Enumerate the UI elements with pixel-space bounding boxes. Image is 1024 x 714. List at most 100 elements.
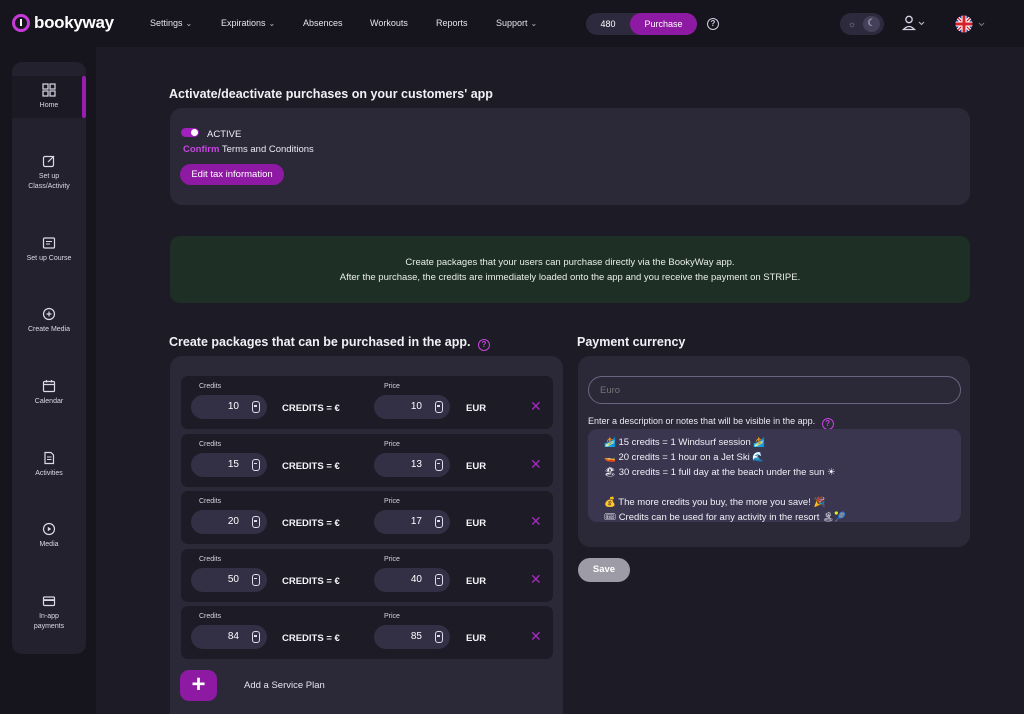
price-label: Price — [384, 498, 400, 505]
price-stepper[interactable]: 13 — [374, 452, 450, 477]
nav-workouts[interactable]: Workouts — [370, 18, 408, 28]
credits-stepper[interactable]: 15 — [191, 452, 267, 477]
sidebar-item-setup-course[interactable]: Set up Course — [12, 236, 86, 264]
nav-support[interactable]: Support ⌄ — [496, 18, 537, 28]
currency-input[interactable] — [588, 376, 961, 404]
save-button[interactable]: Save — [578, 558, 630, 582]
sidebar-item-label: Calendar — [34, 398, 64, 405]
user-icon — [902, 15, 925, 31]
nav-expirations[interactable]: Expirations ⌄ — [221, 18, 275, 28]
bookyway-logo[interactable]: bookyway — [12, 13, 114, 33]
price-label: Price — [384, 383, 400, 390]
theme-toggle[interactable]: ☼ ☾ — [840, 13, 884, 35]
credits-label: Credits — [199, 440, 222, 448]
delete-icon[interactable]: ✕ — [530, 572, 542, 586]
nav-absences[interactable]: Absences — [303, 18, 343, 28]
credits-stepper[interactable]: 84 — [191, 625, 267, 649]
price-label: Price — [384, 440, 400, 448]
price-stepper[interactable]: 85 — [374, 625, 450, 649]
stepper-arrows-icon[interactable] — [252, 458, 260, 471]
credits-equals-label: CREDITS = € — [282, 518, 340, 529]
price-stepper[interactable]: 40 — [374, 567, 450, 592]
sidebar-item-media[interactable]: Media — [12, 522, 86, 550]
packages-help-icon[interactable]: ? — [477, 339, 490, 351]
stepper-arrows-icon[interactable] — [252, 631, 260, 643]
edit-tax-information-button[interactable]: Edit tax information — [180, 164, 284, 185]
sidebar-item-setup-class[interactable]: Set up Class/Activity — [12, 154, 86, 192]
home-icon — [42, 83, 56, 97]
credits-stepper[interactable]: 50 — [191, 567, 267, 592]
sidebar-item-create-media[interactable]: Create Media — [12, 307, 86, 335]
sidebar-item-label: Create Media — [27, 326, 71, 333]
help-icon[interactable]: ? — [707, 18, 719, 30]
delete-icon[interactable]: ✕ — [530, 514, 542, 528]
price-label: Price — [384, 613, 400, 620]
purchases-active-toggle[interactable] — [181, 128, 199, 137]
nav-settings[interactable]: Settings ⌄ — [150, 18, 192, 28]
nav-reports[interactable]: Reports — [436, 18, 468, 28]
stepper-arrows-icon[interactable] — [435, 401, 443, 413]
nav-reports-label: Reports — [436, 18, 468, 28]
credits-equals-label: CREDITS = € — [282, 460, 340, 472]
sidebar-item-in-app-payments[interactable]: In-app payments — [12, 594, 86, 632]
delete-icon[interactable]: ✕ — [530, 399, 542, 413]
credits-value: 50 — [227, 573, 239, 585]
currency-code: EUR — [466, 403, 487, 414]
active-status-label: ACTIVE — [207, 129, 242, 140]
description-line — [604, 480, 945, 495]
plus-circle-icon — [42, 307, 56, 321]
nav-absences-label: Absences — [303, 18, 343, 28]
sidebar-item-home[interactable]: Home — [12, 76, 86, 118]
stepper-arrows-icon[interactable] — [435, 631, 443, 643]
description-textarea[interactable]: 🏄 15 credits = 1 Windsurf session 🏄 🚤 20 … — [588, 429, 961, 522]
price-stepper[interactable]: 10 — [374, 395, 450, 419]
sidebar-item-calendar[interactable]: Calendar — [12, 379, 86, 407]
purchases-activation-card: ACTIVE Confirm Terms and Conditions Edit… — [170, 108, 970, 205]
document-icon — [44, 451, 55, 465]
price-stepper[interactable]: 17 — [374, 510, 450, 534]
delete-icon[interactable]: ✕ — [530, 457, 542, 471]
user-menu[interactable] — [902, 15, 928, 31]
sidebar-item-activities[interactable]: Activities — [12, 451, 86, 479]
purchase-button[interactable]: Purchase — [630, 13, 697, 35]
package-row: Credits 15 CREDITS = € Price 13 EUR ✕ — [181, 433, 553, 487]
sun-icon[interactable]: ☼ — [844, 16, 860, 32]
description-line: 🎟 Credits can be used for any activity i… — [604, 512, 846, 522]
add-service-plan-label[interactable]: Add a Service Plan — [244, 680, 325, 691]
package-row: Credits 10 CREDITS = € Price 10 EUR ✕ — [181, 376, 553, 429]
sidebar: Home Set up Class/Activity Set up Course… — [12, 62, 86, 654]
stepper-arrows-icon[interactable] — [435, 516, 443, 528]
packages-title-text: Create packages that can be purchased in… — [169, 335, 471, 349]
moon-icon[interactable]: ☾ — [863, 16, 880, 32]
credits-stepper[interactable]: 10 — [191, 395, 267, 419]
info-banner: Create packages that your users can purc… — [170, 236, 970, 303]
credits-stepper[interactable]: 20 — [191, 510, 267, 534]
credits-equals-label: CREDITS = € — [282, 633, 340, 644]
sidebar-item-label: Set up Course — [26, 255, 72, 262]
stepper-arrows-icon[interactable] — [252, 401, 260, 413]
credits-equals-label: CREDITS = € — [282, 575, 340, 587]
stepper-arrows-icon[interactable] — [252, 573, 260, 586]
stepper-arrows-icon[interactable] — [435, 458, 443, 471]
currency-code: EUR — [466, 575, 487, 587]
description-line: 🏖 30 credits = 1 full day at the beach u… — [604, 467, 836, 478]
description-line: 🏄 15 credits = 1 Windsurf session 🏄 — [604, 437, 766, 448]
delete-icon[interactable]: ✕ — [530, 629, 542, 643]
credits-label: Credits — [199, 613, 222, 620]
stepper-arrows-icon[interactable] — [435, 573, 443, 586]
info-banner-line1: Create packages that your users can purc… — [405, 257, 735, 268]
chevron-down-icon: ⌄ — [268, 19, 276, 28]
brand-name: bookyway — [34, 13, 114, 32]
currency-code: EUR — [466, 518, 487, 529]
sidebar-active-indicator — [82, 76, 86, 118]
chevron-down-icon: ⌄ — [530, 19, 538, 28]
nav-support-label: Support — [496, 18, 528, 28]
card-icon — [42, 596, 56, 607]
stepper-arrows-icon[interactable] — [252, 516, 260, 528]
payment-currency-card: Enter a description or notes that will b… — [578, 356, 970, 547]
credits-value: 15 — [227, 458, 239, 470]
confirm-terms-link[interactable]: Confirm — [183, 144, 219, 155]
price-value: 10 — [410, 401, 422, 412]
language-menu[interactable] — [955, 15, 987, 33]
add-service-plan-button[interactable]: + — [180, 670, 217, 701]
